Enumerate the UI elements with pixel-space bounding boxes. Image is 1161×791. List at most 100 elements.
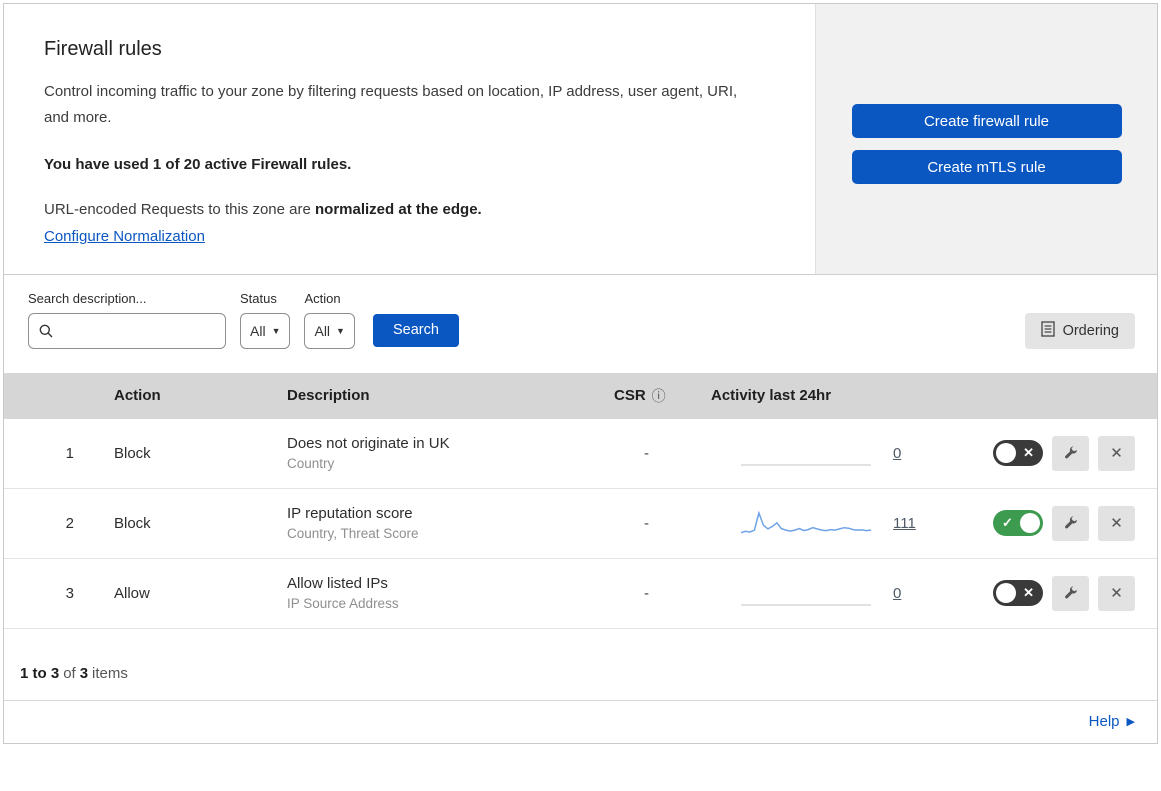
- of-label: of: [63, 664, 76, 682]
- toggle-state-icon: ✓: [1002, 515, 1013, 530]
- rule-action: Allow: [114, 584, 150, 602]
- rule-enabled-toggle[interactable]: ✕: [993, 580, 1043, 606]
- edit-rule-button[interactable]: [1052, 435, 1089, 471]
- ordering-button[interactable]: Ordering: [1024, 312, 1135, 349]
- activity-cell: 0: [699, 436, 947, 470]
- rule-description: IP reputation score: [287, 505, 413, 522]
- status-select[interactable]: All ▼: [240, 312, 291, 349]
- toggle-state-icon: ✕: [1023, 445, 1034, 460]
- column-csr: CSR ⓘ: [594, 386, 699, 406]
- rule-action: Block: [114, 444, 151, 462]
- close-icon: ✕: [1110, 515, 1123, 532]
- chevron-down-icon: ▼: [336, 325, 345, 336]
- action-group: Action All ▼: [304, 290, 355, 349]
- configure-normalization-link[interactable]: Configure Normalization: [44, 228, 205, 245]
- status-select-value: All: [250, 322, 266, 339]
- csr-value: -: [644, 444, 649, 462]
- row-index: 3: [65, 584, 74, 602]
- activity-cell: 0: [699, 576, 947, 610]
- info-icon[interactable]: ⓘ: [652, 386, 666, 406]
- column-action: Action: [114, 387, 161, 404]
- delete-rule-button[interactable]: ✕: [1098, 575, 1135, 611]
- search-group: Search description...: [28, 291, 226, 349]
- table-row: 3 Allow Allow listed IPs IP Source Addre…: [4, 559, 1157, 629]
- rule-enabled-toggle[interactable]: ✓: [993, 510, 1043, 536]
- search-button[interactable]: Search: [372, 313, 459, 347]
- items-total: 3: [79, 664, 89, 682]
- filter-bar: Search description... Status All ▼ Actio…: [4, 275, 1157, 373]
- search-icon: [38, 323, 54, 344]
- help-link[interactable]: Help ▶: [1089, 713, 1135, 730]
- close-icon: ✕: [1110, 445, 1123, 462]
- normalization-prefix: URL-encoded Requests to this zone are: [44, 200, 315, 218]
- rule-action: Block: [114, 514, 151, 532]
- column-description: Description: [287, 387, 370, 404]
- create-firewall-rule-button[interactable]: Create firewall rule: [851, 104, 1122, 138]
- wrench-icon: [1065, 585, 1077, 598]
- ordering-label: Ordering: [1062, 322, 1119, 339]
- rule-controls: ✓ ✕: [947, 505, 1157, 541]
- rule-controls: ✕ ✕: [947, 435, 1157, 471]
- csr-value: -: [644, 514, 649, 532]
- column-csr-label: CSR: [614, 387, 646, 404]
- close-icon: ✕: [1110, 585, 1123, 602]
- rule-subtext: Country: [287, 456, 335, 471]
- table-header: Action Description CSR ⓘ Activity last 2…: [4, 372, 1157, 419]
- firewall-rules-page: Firewall rules Control incoming traffic …: [3, 3, 1158, 744]
- ordering-icon: [1040, 320, 1055, 341]
- rule-enabled-toggle[interactable]: ✕: [993, 440, 1043, 466]
- page-title: Firewall rules: [44, 38, 162, 60]
- activity-sparkline: [741, 464, 871, 466]
- rule-subtext: Country, Threat Score: [287, 526, 419, 541]
- column-activity: Activity last 24hr: [711, 387, 832, 404]
- edit-rule-button[interactable]: [1052, 505, 1089, 541]
- status-group: Status All ▼: [240, 290, 291, 349]
- actions-panel: Create firewall rule Create mTLS rule: [815, 4, 1157, 274]
- header-section: Firewall rules Control incoming traffic …: [4, 4, 1157, 275]
- header-content: Firewall rules Control incoming traffic …: [4, 4, 815, 274]
- delete-rule-button[interactable]: ✕: [1098, 435, 1135, 471]
- create-mtls-rule-button[interactable]: Create mTLS rule: [851, 150, 1122, 184]
- row-index: 2: [65, 514, 74, 532]
- csr-value: -: [644, 584, 649, 602]
- delete-rule-button[interactable]: ✕: [1098, 505, 1135, 541]
- rule-description: Does not originate in UK: [287, 435, 450, 452]
- toggle-knob: [996, 583, 1016, 603]
- activity-sparkline: [741, 604, 871, 606]
- normalization-text: URL-encoded Requests to this zone are no…: [44, 201, 785, 218]
- normalization-bold: normalized at the edge.: [315, 200, 482, 218]
- row-index: 1: [65, 444, 74, 462]
- rule-subtext: IP Source Address: [287, 596, 399, 611]
- rule-description: Allow listed IPs: [287, 575, 388, 592]
- help-label: Help: [1088, 712, 1120, 730]
- help-arrow-icon: ▶: [1126, 715, 1135, 728]
- action-select[interactable]: All ▼: [304, 312, 355, 349]
- status-label: Status: [240, 290, 277, 306]
- search-label: Search description...: [28, 290, 147, 306]
- action-label: Action: [304, 290, 341, 306]
- page-description: Control incoming traffic to your zone by…: [44, 83, 738, 127]
- activity-cell: 111: [699, 506, 947, 540]
- toggle-knob: [996, 443, 1016, 463]
- rule-description-cell: IP reputation score Country, Threat Scor…: [267, 505, 594, 541]
- toggle-knob: [1020, 513, 1040, 533]
- activity-count-link[interactable]: 0: [893, 585, 919, 602]
- rule-description-cell: Does not originate in UK Country: [267, 435, 594, 471]
- edit-rule-button[interactable]: [1052, 575, 1089, 611]
- activity-count-link[interactable]: 111: [893, 515, 919, 532]
- action-select-value: All: [314, 322, 331, 339]
- wrench-icon: [1065, 445, 1077, 458]
- rule-description-cell: Allow listed IPs IP Source Address: [267, 575, 594, 611]
- items-range: 1 to 3: [20, 664, 60, 682]
- rule-controls: ✕ ✕: [947, 575, 1157, 611]
- search-input-wrapper: [28, 312, 226, 349]
- activity-sparkline: [741, 510, 871, 534]
- chevron-down-icon: ▼: [271, 325, 281, 336]
- usage-text: You have used 1 of 20 active Firewall ru…: [44, 155, 352, 173]
- items-label: items: [92, 664, 128, 682]
- activity-count-link[interactable]: 0: [893, 445, 919, 462]
- search-input[interactable]: [28, 312, 226, 349]
- table-row: 1 Block Does not originate in UK Country…: [4, 419, 1157, 489]
- pagination-summary: 1 to 3 of 3 items: [4, 629, 1157, 700]
- wrench-icon: [1065, 515, 1077, 528]
